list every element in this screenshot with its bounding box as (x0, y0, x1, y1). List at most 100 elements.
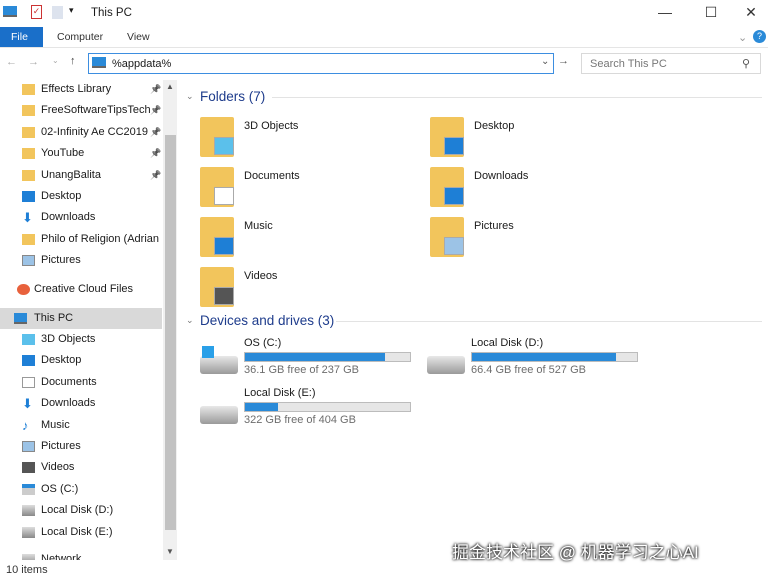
drive-item[interactable]: Local Disk (E:) 322 GB free of 404 GB (200, 387, 415, 440)
drive-icon (427, 356, 465, 374)
nav-item-label: Documents (41, 375, 97, 388)
devices-header[interactable]: Devices and drives (3) (200, 313, 334, 328)
tab-file[interactable]: File (0, 27, 43, 47)
pin-icon[interactable]: 📌 (150, 143, 161, 164)
maximize-button[interactable]: ☐ (696, 4, 726, 22)
nav-item-label: OS (C:) (41, 482, 79, 495)
nav-item-pc[interactable]: Documents (0, 372, 162, 393)
drive-usage-bar (244, 352, 411, 362)
watermark: 掘金技术社区 @ 机器学习之心AI (452, 543, 699, 562)
folder-icon (200, 167, 234, 207)
nav-item-pc[interactable]: Local Disk (E:) (0, 522, 162, 543)
folder-icon (22, 126, 35, 138)
minimize-button[interactable]: — (650, 4, 680, 22)
folder-icon (200, 217, 234, 257)
nav-item-label: Local Disk (D:) (41, 504, 114, 517)
drive-icon (22, 554, 35, 560)
nav-item-creative-cloud[interactable]: Creative Cloud Files (0, 279, 162, 300)
nav-item-label: Local Disk (E:) (41, 525, 113, 538)
tab-view[interactable]: View (116, 27, 161, 47)
nav-item-quick[interactable]: YouTube 📌 (0, 143, 162, 164)
cc-icon (17, 284, 30, 295)
drive-item[interactable]: OS (C:) 36.1 GB free of 237 GB (200, 337, 415, 390)
nav-item-label: Philo of Religion (Adrian F (41, 232, 162, 245)
folder-item[interactable]: Desktop (430, 117, 630, 165)
scroll-down-icon[interactable]: ▼ (166, 547, 174, 556)
nav-item-pc[interactable]: ♪ Music (0, 415, 162, 436)
music-icon: ♪ (22, 417, 29, 433)
folder-item[interactable]: Downloads (430, 167, 630, 215)
pin-icon[interactable]: 📌 (150, 165, 161, 186)
nav-item-quick[interactable]: 02-Infinity Ae CC2019 📌 (0, 122, 162, 143)
nav-item-pc[interactable]: ⬇ Downloads (0, 393, 162, 414)
scroll-up-icon[interactable]: ▲ (166, 82, 174, 91)
computer-icon (3, 6, 17, 17)
nav-item-pc[interactable]: Pictures (0, 436, 162, 457)
go-button[interactable]: → (558, 55, 569, 67)
desktop-icon (22, 191, 35, 202)
folder-name: Pictures (474, 220, 514, 232)
expand-ribbon-icon[interactable]: ⌄ (738, 31, 747, 44)
nav-item-pc[interactable]: Videos (0, 457, 162, 478)
tab-computer[interactable]: Computer (46, 27, 114, 47)
nav-item-label: This PC (34, 312, 74, 324)
nav-item-pc[interactable]: 3D Objects (0, 329, 162, 350)
folder-item[interactable]: 3D Objects (200, 117, 400, 165)
nav-item-label: Videos (41, 461, 75, 474)
nav-item-label: Network (41, 553, 82, 560)
search-input[interactable]: Search This PC (581, 53, 761, 74)
pin-icon[interactable]: 📌 (150, 100, 161, 121)
windows-logo-icon (202, 346, 214, 358)
computer-icon (92, 57, 106, 68)
drive-item[interactable]: Local Disk (D:) 66.4 GB free of 527 GB (427, 337, 642, 390)
folder-item[interactable]: Music (200, 217, 400, 265)
nav-item-quick[interactable]: FreeSoftwareTipsTech 📌 (0, 100, 162, 121)
drive-name: Local Disk (D:) (471, 337, 544, 349)
folder-item[interactable]: Documents (200, 167, 400, 215)
nav-item-quick[interactable]: Philo of Religion (Adrian F (0, 229, 162, 250)
address-input[interactable]: %appdata% (112, 58, 171, 70)
folders-header[interactable]: Folders (7) (200, 89, 265, 104)
chevron-down-icon[interactable]: ⌄ (186, 91, 194, 102)
up-button[interactable]: ↑ (70, 55, 76, 67)
folder-item[interactable]: Videos (200, 267, 400, 315)
nav-item-pc[interactable]: Local Disk (D:) (0, 500, 162, 521)
nav-item-pc[interactable]: Desktop (0, 350, 162, 371)
video-icon (22, 462, 35, 474)
close-button[interactable]: ✕ (736, 4, 766, 22)
nav-item-label: UnangBalita (41, 168, 101, 181)
divider (272, 97, 762, 98)
nav-item-quick[interactable]: Effects Library 📌 (0, 80, 162, 100)
nav-item-quick[interactable]: ⬇ Downloads (0, 207, 162, 228)
desktop-icon (22, 355, 35, 367)
customize-toolbar-icon[interactable]: ▾ (69, 5, 74, 16)
nav-item-label: Creative Cloud Files (34, 283, 134, 295)
forward-button[interactable]: → (28, 56, 39, 68)
nav-item-label: FreeSoftwareTipsTech (41, 104, 151, 117)
folder-icon (22, 169, 35, 181)
new-folder-icon[interactable] (52, 6, 63, 19)
nav-item-quick[interactable]: Desktop (0, 186, 162, 207)
nav-item-quick[interactable]: UnangBalita 📌 (0, 165, 162, 186)
address-dropdown-icon[interactable]: ⌄ (541, 56, 549, 67)
folder-icon (430, 167, 464, 207)
drive-free-space: 36.1 GB free of 237 GB (244, 364, 359, 376)
folder-icon (430, 117, 464, 157)
nav-item-quick[interactable]: Pictures (0, 250, 162, 271)
folder-item[interactable]: Pictures (430, 217, 630, 265)
folder-icon (200, 117, 234, 157)
nav-item-label: 3D Objects (41, 333, 96, 345)
nav-scrollbar-thumb[interactable] (165, 135, 176, 530)
nav-item-this-pc[interactable]: This PC (0, 308, 162, 329)
chevron-down-icon[interactable]: ⌄ (186, 315, 194, 326)
folder-name: Downloads (474, 170, 529, 182)
nav-item-pc[interactable]: OS (C:) (0, 479, 162, 500)
nav-item-network[interactable]: Network (0, 549, 162, 560)
back-button[interactable]: ← (6, 56, 17, 68)
recent-locations-icon[interactable]: ⌄ (52, 56, 59, 65)
help-icon[interactable]: ? (753, 30, 766, 43)
pin-icon[interactable]: 📌 (150, 80, 161, 100)
pin-icon[interactable]: 📌 (150, 122, 161, 143)
properties-icon[interactable]: ✓ (31, 5, 42, 19)
nav-item-label: Pictures (41, 254, 81, 267)
